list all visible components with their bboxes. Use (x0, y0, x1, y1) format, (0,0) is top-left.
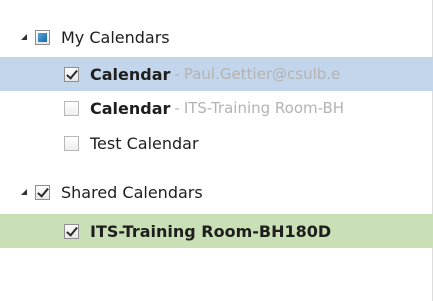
separator: - (174, 99, 180, 117)
group-shared-calendars[interactable]: Shared Calendars (0, 175, 433, 209)
calendar-navigation-pane: My Calendars Calendar - Paul.Gettier@csu… (0, 0, 433, 301)
calendar-checkbox[interactable] (64, 135, 79, 151)
calendar-item-shared-training-room[interactable]: ITS-Training Room-BH180D (0, 214, 433, 248)
calendar-item-test[interactable]: Test Calendar (0, 126, 433, 160)
expand-arrow-icon[interactable] (21, 189, 27, 195)
calendar-name: Calendar (90, 64, 171, 84)
calendar-owner: ITS-Training Room-BH (183, 99, 345, 117)
calendar-name: Calendar (90, 98, 171, 118)
group-label-my-calendars: My Calendars (61, 27, 170, 47)
calendar-item-personal[interactable]: Calendar - Paul.Gettier@csulb.e (0, 57, 433, 91)
calendar-checkbox[interactable] (64, 66, 79, 82)
group-checkbox-my-calendars[interactable] (35, 29, 50, 45)
expand-arrow-icon[interactable] (21, 34, 27, 40)
calendar-name: Test Calendar (90, 133, 199, 153)
separator: - (174, 65, 180, 83)
group-my-calendars[interactable]: My Calendars (0, 20, 433, 54)
calendar-item-training-room[interactable]: Calendar - ITS-Training Room-BH (0, 91, 433, 125)
calendar-name: ITS-Training Room-BH180D (90, 221, 332, 241)
calendar-checkbox[interactable] (64, 223, 79, 239)
calendar-checkbox[interactable] (64, 100, 79, 116)
group-checkbox-shared-calendars[interactable] (35, 184, 50, 200)
calendar-owner: Paul.Gettier@csulb.e (183, 65, 341, 83)
group-label-shared-calendars: Shared Calendars (61, 182, 203, 202)
